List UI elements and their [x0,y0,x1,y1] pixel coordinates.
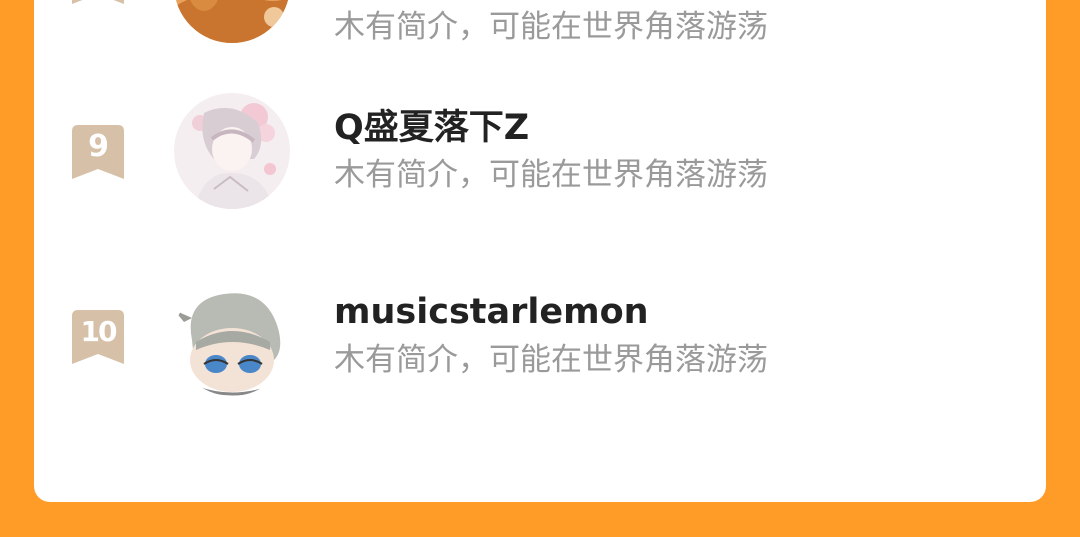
rank-number: 10 [80,315,118,348]
user-bio: 木有简介，可能在世界角落游荡 [334,157,768,193]
user-bio: 木有简介，可能在世界角落游荡 [334,9,768,45]
rank-badge: 9 [72,125,124,179]
user-avatar-icon[interactable] [174,0,290,43]
ranking-card: 8 木有简介，可能在世界角落游荡 9 [34,0,1046,502]
user-avatar-icon[interactable] [174,280,290,396]
ranking-row[interactable]: 8 木有简介，可能在世界角落游荡 [34,0,1046,85]
rank-badge: 10 [72,310,124,364]
user-avatar-icon[interactable] [174,93,290,209]
user-bio: 木有简介，可能在世界角落游荡 [334,342,768,378]
username[interactable]: musicstarlemon [334,291,649,333]
rank-number: 9 [88,129,109,164]
ranking-row[interactable]: 10 musicstarlemon 木有简介，可能在世界角落游荡 [34,280,1046,460]
rank-badge: 8 [72,0,124,4]
username[interactable]: Q盛夏落下Z [334,107,529,149]
ranking-row[interactable]: 9 Q盛夏落下Z 木有简介，可能在世界角落游荡 [34,93,1046,272]
ribbon-icon [72,0,124,4]
